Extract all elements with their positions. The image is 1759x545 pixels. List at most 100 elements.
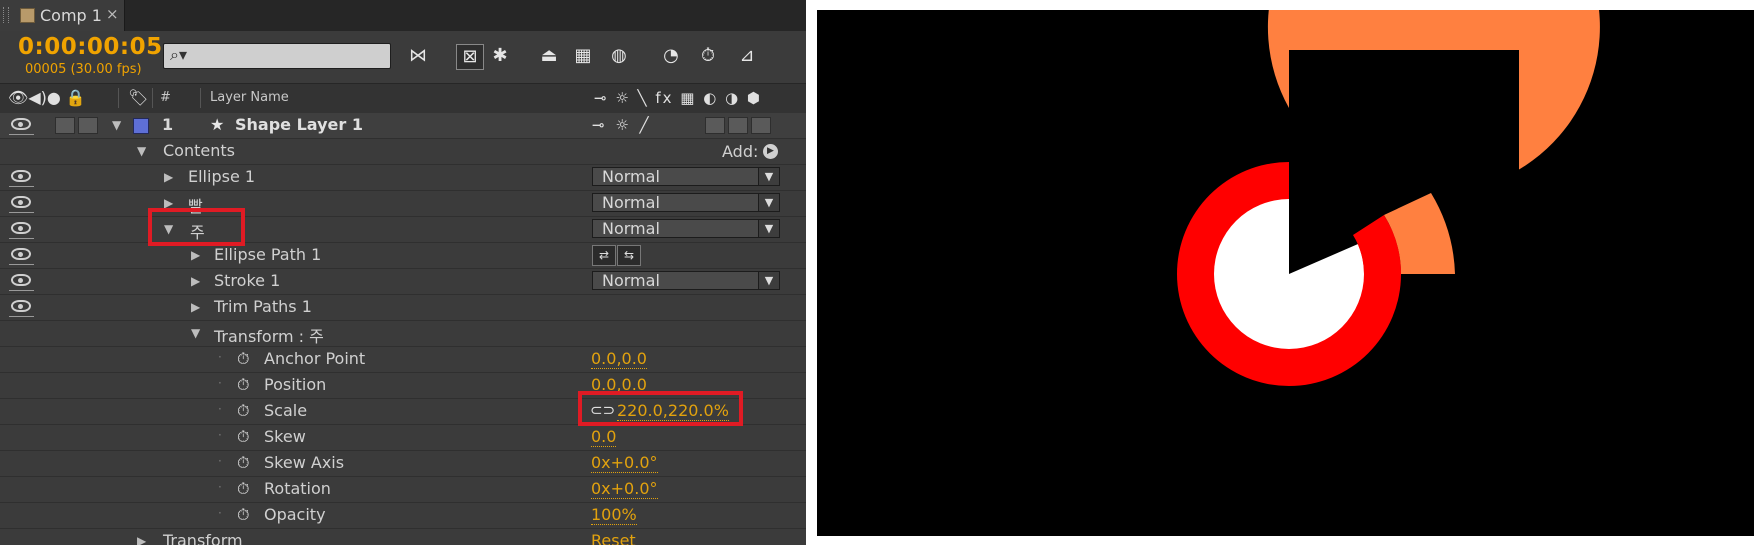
property-label: Skew Axis: [264, 453, 345, 472]
skew-axis-value[interactable]: 0x+0.0°: [591, 453, 658, 473]
property-label[interactable]: Ellipse Path 1: [214, 245, 321, 264]
group-row-ju[interactable]: ▼ 주 Normal ▼: [0, 217, 806, 243]
parent-box-2[interactable]: [728, 117, 748, 134]
blend-mode-dropdown[interactable]: Normal ▼: [592, 219, 780, 238]
rotation-value[interactable]: 0x+0.0°: [591, 479, 658, 499]
drag-grip-icon[interactable]: [3, 7, 9, 23]
chevron-down-icon[interactable]: ▼: [758, 194, 779, 211]
auto-keyframe-icon[interactable]: ⏱: [695, 44, 721, 68]
rotation-row[interactable]: · ⏱ Rotation 0x+0.0°: [0, 477, 806, 503]
expand-triangle-icon[interactable]: ▼: [191, 326, 200, 340]
current-time-display[interactable]: 0:00:00:05: [18, 34, 163, 60]
graph-editor-icon[interactable]: ⊿: [734, 44, 760, 68]
brainstorm-icon[interactable]: ◔: [658, 44, 684, 68]
eye-underline: [9, 212, 34, 213]
property-label: Skew: [264, 427, 306, 446]
layer-search-field[interactable]: ⌕▾: [163, 43, 391, 69]
layer-label-color[interactable]: [133, 118, 149, 134]
stroke-row[interactable]: ▶ Stroke 1 Normal ▼: [0, 269, 806, 295]
eye-visibility-icon[interactable]: [11, 300, 31, 312]
property-label[interactable]: Transform: [163, 531, 243, 545]
property-label[interactable]: Stroke 1: [214, 271, 280, 290]
chevron-down-icon[interactable]: ▼: [758, 168, 779, 185]
label-tag-icon[interactable]: 🏷: [128, 88, 148, 107]
eye-underline: [9, 290, 34, 291]
eye-underline: [9, 264, 34, 265]
stopwatch-icon[interactable]: ⏱: [237, 427, 249, 447]
path-direction-icon[interactable]: ⇄: [592, 245, 616, 266]
property-label[interactable]: Trim Paths 1: [214, 297, 312, 316]
composition-flowchart-icon[interactable]: ⋈: [405, 44, 431, 68]
layer-transform-row[interactable]: ▶ Transform Reset: [0, 529, 806, 545]
composition-viewer[interactable]: [817, 10, 1754, 536]
group-label[interactable]: Ellipse 1: [188, 167, 255, 186]
stopwatch-icon[interactable]: ⏱: [237, 401, 249, 421]
reset-link[interactable]: Reset: [591, 531, 636, 545]
column-divider: [152, 88, 153, 108]
group-transform-row[interactable]: ▼ Transform : 주: [0, 321, 806, 347]
timeline-panel: Comp 1 × 0:00:00:05 00005 (30.00 fps) ⌕▾…: [0, 0, 806, 545]
skew-row[interactable]: · ⏱ Skew 0.0: [0, 425, 806, 451]
solo-toggle[interactable]: [55, 117, 75, 134]
expand-triangle-icon[interactable]: ▼: [112, 118, 121, 132]
motion-blur-icon[interactable]: ◍: [606, 44, 632, 68]
property-label: Rotation: [264, 479, 331, 498]
eye-visibility-icon[interactable]: [11, 196, 31, 208]
group-row-ellipse-1[interactable]: ▶ Ellipse 1 Normal ▼: [0, 165, 806, 191]
collapse-triangle-icon[interactable]: ▶: [164, 170, 173, 184]
column-number-header[interactable]: #: [160, 90, 171, 105]
column-layer-name-header[interactable]: Layer Name: [210, 90, 289, 105]
frame-blending-icon[interactable]: ▦: [570, 44, 596, 68]
layer-row-shape-layer-1[interactable]: ▼ 1 ★ Shape Layer 1 ⊸ ☼ ╱: [0, 113, 806, 139]
anchor-point-row[interactable]: · ⏱ Anchor Point 0.0,0.0: [0, 347, 806, 373]
stopwatch-icon[interactable]: ⏱: [237, 375, 249, 395]
draft-3d-cube-icon[interactable]: ✱: [487, 44, 513, 68]
eye-visibility-icon[interactable]: [11, 170, 31, 182]
parent-box-1[interactable]: [705, 117, 725, 134]
add-menu-button[interactable]: ▶: [763, 144, 778, 159]
property-label[interactable]: Transform : 주: [214, 323, 324, 347]
lock-toggle[interactable]: [78, 117, 98, 134]
stopwatch-icon[interactable]: ⏱: [237, 505, 249, 525]
av-features-header-icons[interactable]: 👁◀)● 🔒: [8, 88, 86, 107]
composition-icon: [20, 8, 35, 23]
property-label: Anchor Point: [264, 349, 366, 368]
chevron-down-icon[interactable]: ▼: [758, 220, 779, 237]
stopwatch-icon[interactable]: ⏱: [237, 479, 249, 499]
opacity-row[interactable]: · ⏱ Opacity 100%: [0, 503, 806, 529]
chevron-down-icon[interactable]: ▼: [758, 272, 779, 289]
blend-mode-dropdown[interactable]: Normal ▼: [592, 167, 780, 186]
draft-3d-icon[interactable]: ⊠: [456, 44, 484, 70]
parent-box-3[interactable]: [751, 117, 771, 134]
eye-visibility-icon[interactable]: [11, 222, 31, 234]
skew-axis-row[interactable]: · ⏱ Skew Axis 0x+0.0°: [0, 451, 806, 477]
collapse-triangle-icon[interactable]: ▶: [137, 534, 146, 545]
switches-header-icons[interactable]: ⊸ ☼ ╲ fx ▦ ◐ ◑ ⬢: [594, 89, 762, 107]
tab-comp-1[interactable]: Comp 1 ×: [0, 0, 125, 31]
blend-mode-dropdown[interactable]: Normal ▼: [592, 193, 780, 212]
anchor-point-value[interactable]: 0.0,0.0: [591, 349, 647, 369]
donut-rings-graphic: [1177, 10, 1600, 386]
eye-visibility-icon[interactable]: [11, 118, 31, 130]
opacity-value[interactable]: 100%: [591, 505, 637, 525]
collapse-triangle-icon[interactable]: ▶: [191, 300, 200, 314]
tree-leader: ·: [218, 402, 222, 416]
collapse-triangle-icon[interactable]: ▶: [191, 248, 200, 262]
layer-switches[interactable]: ⊸ ☼ ╱: [592, 116, 652, 134]
blend-mode-dropdown[interactable]: Normal ▼: [592, 271, 780, 290]
contents-row[interactable]: ▼ Contents Add: ▶: [0, 139, 806, 165]
shy-layers-icon[interactable]: ⏏: [536, 44, 562, 68]
eye-visibility-icon[interactable]: [11, 248, 31, 260]
close-tab-icon[interactable]: ×: [106, 5, 119, 23]
skew-value[interactable]: 0.0: [591, 427, 617, 447]
expand-triangle-icon[interactable]: ▼: [137, 144, 146, 158]
collapse-triangle-icon[interactable]: ▶: [191, 274, 200, 288]
stopwatch-icon[interactable]: ⏱: [237, 349, 249, 369]
path-reverse-icon[interactable]: ⇆: [617, 245, 641, 266]
eye-visibility-icon[interactable]: [11, 274, 31, 286]
group-row-bbal[interactable]: ▶ 빨 Normal ▼: [0, 191, 806, 217]
stopwatch-icon[interactable]: ⏱: [237, 453, 249, 473]
layer-name[interactable]: Shape Layer 1: [235, 115, 363, 134]
trim-paths-row[interactable]: ▶ Trim Paths 1: [0, 295, 806, 321]
ellipse-path-row[interactable]: ▶ Ellipse Path 1 ⇄ ⇆: [0, 243, 806, 269]
